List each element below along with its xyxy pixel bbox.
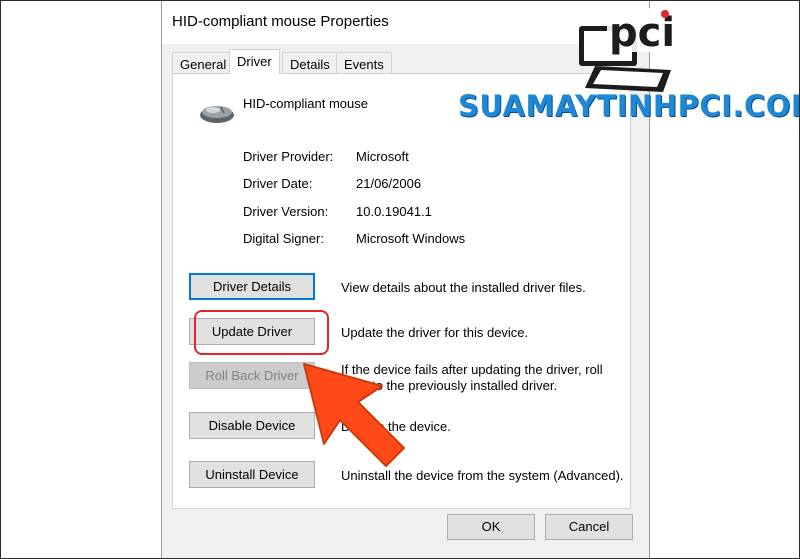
digital-signer-label: Digital Signer: bbox=[243, 231, 324, 246]
tab-events[interactable]: Events bbox=[336, 52, 392, 73]
cancel-button[interactable]: Cancel bbox=[545, 514, 633, 540]
driver-provider-label: Driver Provider: bbox=[243, 149, 334, 164]
device-name: HID-compliant mouse bbox=[243, 96, 368, 111]
tab-general[interactable]: General bbox=[172, 52, 235, 73]
window-title: HID-compliant mouse Properties bbox=[172, 13, 389, 30]
update-driver-description: Update the driver for this device. bbox=[341, 325, 529, 340]
driver-details-description: View details about the installed driver … bbox=[341, 280, 586, 295]
pointer-arrow-icon bbox=[303, 363, 405, 467]
uninstall-device-button[interactable]: Uninstall Device bbox=[189, 461, 315, 488]
disable-device-button[interactable]: Disable Device bbox=[189, 412, 315, 439]
ok-button[interactable]: OK bbox=[447, 514, 535, 540]
driver-date-value: 21/06/2006 bbox=[356, 176, 422, 191]
highlight-ring bbox=[194, 310, 329, 355]
uninstall-device-description: Uninstall the device from the system (Ad… bbox=[341, 468, 624, 483]
tab-details[interactable]: Details bbox=[282, 52, 338, 73]
digital-signer-value: Microsoft Windows bbox=[356, 231, 466, 246]
roll-back-driver-button[interactable]: Roll Back Driver bbox=[189, 362, 315, 389]
driver-provider-value: Microsoft bbox=[356, 149, 409, 164]
driver-date-label: Driver Date: bbox=[243, 176, 313, 191]
mouse-icon bbox=[200, 106, 234, 123]
tab-driver[interactable]: Driver bbox=[229, 49, 280, 74]
driver-details-button[interactable]: Driver Details bbox=[189, 273, 315, 300]
laptop-icon: pci bbox=[579, 8, 675, 92]
driver-version-label: Driver Version: bbox=[243, 204, 329, 219]
brand-watermark: SUAMAYTINHPCI.COM bbox=[458, 89, 800, 123]
driver-version-value: 10.0.19041.1 bbox=[356, 204, 432, 219]
